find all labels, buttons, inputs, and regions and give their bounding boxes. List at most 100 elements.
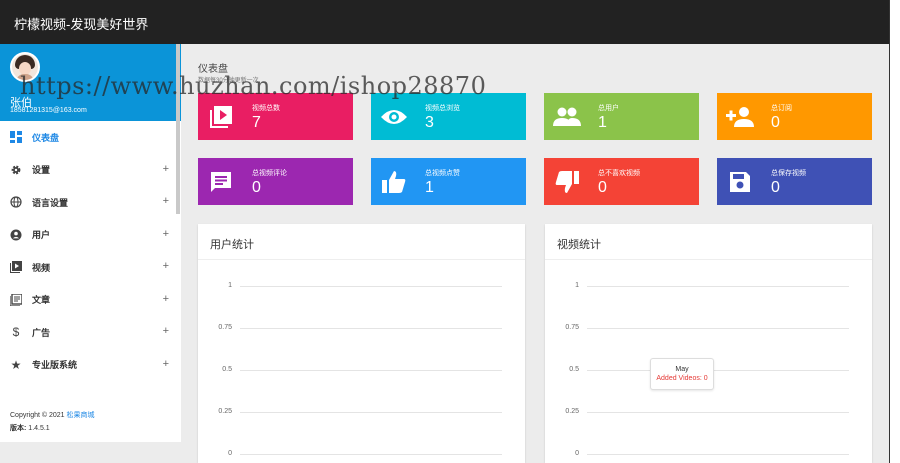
grid-line — [587, 454, 849, 455]
star-icon: ★ — [10, 357, 22, 372]
grid-line — [240, 286, 502, 287]
expand-icon[interactable]: + — [163, 260, 169, 272]
save-icon — [725, 167, 755, 197]
sidebar-item-label: 视频 — [32, 262, 51, 273]
card-total-dislikes[interactable]: 总不喜欢视频 0 — [544, 158, 699, 205]
card-label: 视频总数 — [252, 105, 280, 112]
avatar[interactable] — [10, 52, 40, 82]
card-total-saved[interactable]: 总保存视频 0 — [717, 158, 872, 205]
y-tick-label: 0.25 — [565, 408, 579, 415]
sidebar-item-pro[interactable]: ★ 专业版系统 + — [0, 349, 181, 382]
sidebar-item-label: 语言设置 — [32, 197, 69, 208]
people-icon — [552, 102, 582, 132]
y-tick-label: 0.5 — [222, 366, 232, 373]
sidebar-item-label: 广告 — [32, 327, 51, 338]
y-tick-label: 0.25 — [218, 408, 232, 415]
dollar-icon: $ — [12, 325, 20, 340]
copyright-text: Copyright © 2021 — [10, 412, 65, 419]
comment-icon — [206, 167, 236, 197]
y-tick-label: 0 — [228, 450, 232, 457]
thumb-up-icon — [379, 167, 409, 197]
card-value: 7 — [252, 114, 261, 131]
globe-icon — [10, 196, 22, 208]
card-label: 总视频点赞 — [425, 170, 460, 177]
expand-icon[interactable]: + — [163, 358, 169, 370]
expand-icon[interactable]: + — [163, 195, 169, 207]
expand-icon[interactable]: + — [163, 163, 169, 175]
grid-line — [587, 370, 849, 371]
sidebar-item-dashboard[interactable]: 仪表盘 — [0, 121, 181, 154]
sidebar: 张伯 18581281315@163.com 仪表盘 设置 + 语言设置 + 用… — [0, 44, 181, 442]
window-edge — [889, 0, 900, 463]
thumb-down-icon — [552, 167, 582, 197]
sidebar-item-label: 专业版系统 — [32, 360, 78, 371]
card-total-videos[interactable]: 视频总数 7 — [198, 93, 353, 140]
card-label: 总订阅 — [771, 105, 792, 112]
user-profile: 张伯 18581281315@163.com — [0, 44, 181, 121]
y-tick-label: 1 — [575, 282, 579, 289]
sidebar-item-label: 用户 — [32, 230, 51, 241]
sidebar-footer: Copyright © 2021 松果商城 版本: 1.4.5.1 — [10, 409, 95, 435]
card-label: 总不喜欢视频 — [598, 170, 640, 177]
grid-line — [587, 328, 849, 329]
card-total-likes[interactable]: 总视频点赞 1 — [371, 158, 526, 205]
card-value: 0 — [771, 179, 780, 196]
video-icon — [10, 261, 22, 274]
y-tick-label: 0.75 — [565, 324, 579, 331]
card-total-views[interactable]: 视频总浏览 3 — [371, 93, 526, 140]
card-value: 0 — [598, 179, 607, 196]
y-tick-label: 0.75 — [218, 324, 232, 331]
expand-icon[interactable]: + — [163, 325, 169, 337]
sidebar-item-videos[interactable]: 视频 + — [0, 251, 181, 284]
grid-line — [240, 454, 502, 455]
y-tick-label: 0 — [575, 450, 579, 457]
card-value: 3 — [425, 114, 434, 131]
card-value: 0 — [771, 114, 780, 131]
card-total-users[interactable]: 总用户 1 — [544, 93, 699, 140]
card-label: 视频总浏览 — [425, 105, 460, 112]
grid-line — [240, 370, 502, 371]
sidebar-item-label: 仪表盘 — [32, 132, 60, 143]
expand-icon[interactable]: + — [163, 293, 169, 305]
top-bar: 柠檬视频-发现美好世界 — [0, 0, 889, 44]
card-value: 0 — [252, 179, 261, 196]
video-play-icon — [206, 102, 236, 132]
user-stats-panel: 用户统计 1 0.75 0.5 0.25 0 — [198, 224, 525, 463]
article-icon — [10, 293, 22, 306]
sidebar-item-settings[interactable]: 设置 + — [0, 154, 181, 187]
sidebar-item-ads[interactable]: $ 广告 + — [0, 316, 181, 349]
company-link[interactable]: 松果商城 — [67, 412, 95, 419]
person-add-icon — [725, 102, 755, 132]
sidebar-scrollbar[interactable] — [176, 44, 180, 214]
y-tick-label: 0.5 — [569, 366, 579, 373]
sidebar-item-articles[interactable]: 文章 + — [0, 284, 181, 317]
card-label: 总用户 — [598, 105, 619, 112]
gear-icon — [10, 164, 22, 176]
app-title: 柠檬视频-发现美好世界 — [14, 17, 149, 32]
grid-line — [587, 412, 849, 413]
tooltip-title: May — [675, 366, 689, 373]
sidebar-item-label: 文章 — [32, 295, 51, 306]
user-email: 18581281315@163.com — [10, 107, 87, 114]
y-tick-label: 1 — [228, 282, 232, 289]
account-icon — [10, 229, 22, 241]
dashboard-icon — [10, 131, 22, 144]
version-label: 版本: — [10, 425, 27, 432]
panel-title: 视频统计 — [557, 239, 601, 251]
eye-icon — [379, 102, 409, 132]
card-value: 1 — [598, 114, 607, 131]
chart-tooltip: May Added Videos: 0 — [650, 358, 714, 390]
sidebar-item-users[interactable]: 用户 + — [0, 219, 181, 252]
card-total-subscriptions[interactable]: 总订阅 0 — [717, 93, 872, 140]
sidebar-item-label: 设置 — [32, 165, 51, 176]
grid-line — [240, 412, 502, 413]
sidebar-item-language[interactable]: 语言设置 + — [0, 186, 181, 219]
card-value: 1 — [425, 179, 434, 196]
panel-title: 用户统计 — [210, 239, 254, 251]
card-total-comments[interactable]: 总视频评论 0 — [198, 158, 353, 205]
expand-icon[interactable]: + — [163, 228, 169, 240]
sidebar-menu: 仪表盘 设置 + 语言设置 + 用户 + 视频 + 文章 + $ 广告 + ★ … — [0, 121, 181, 381]
tooltip-value: Added Videos: 0 — [656, 375, 708, 382]
version-number: 1.4.5.1 — [28, 425, 50, 432]
video-stats-panel: 视频统计 1 0.75 0.5 0.25 0 — [545, 224, 872, 463]
